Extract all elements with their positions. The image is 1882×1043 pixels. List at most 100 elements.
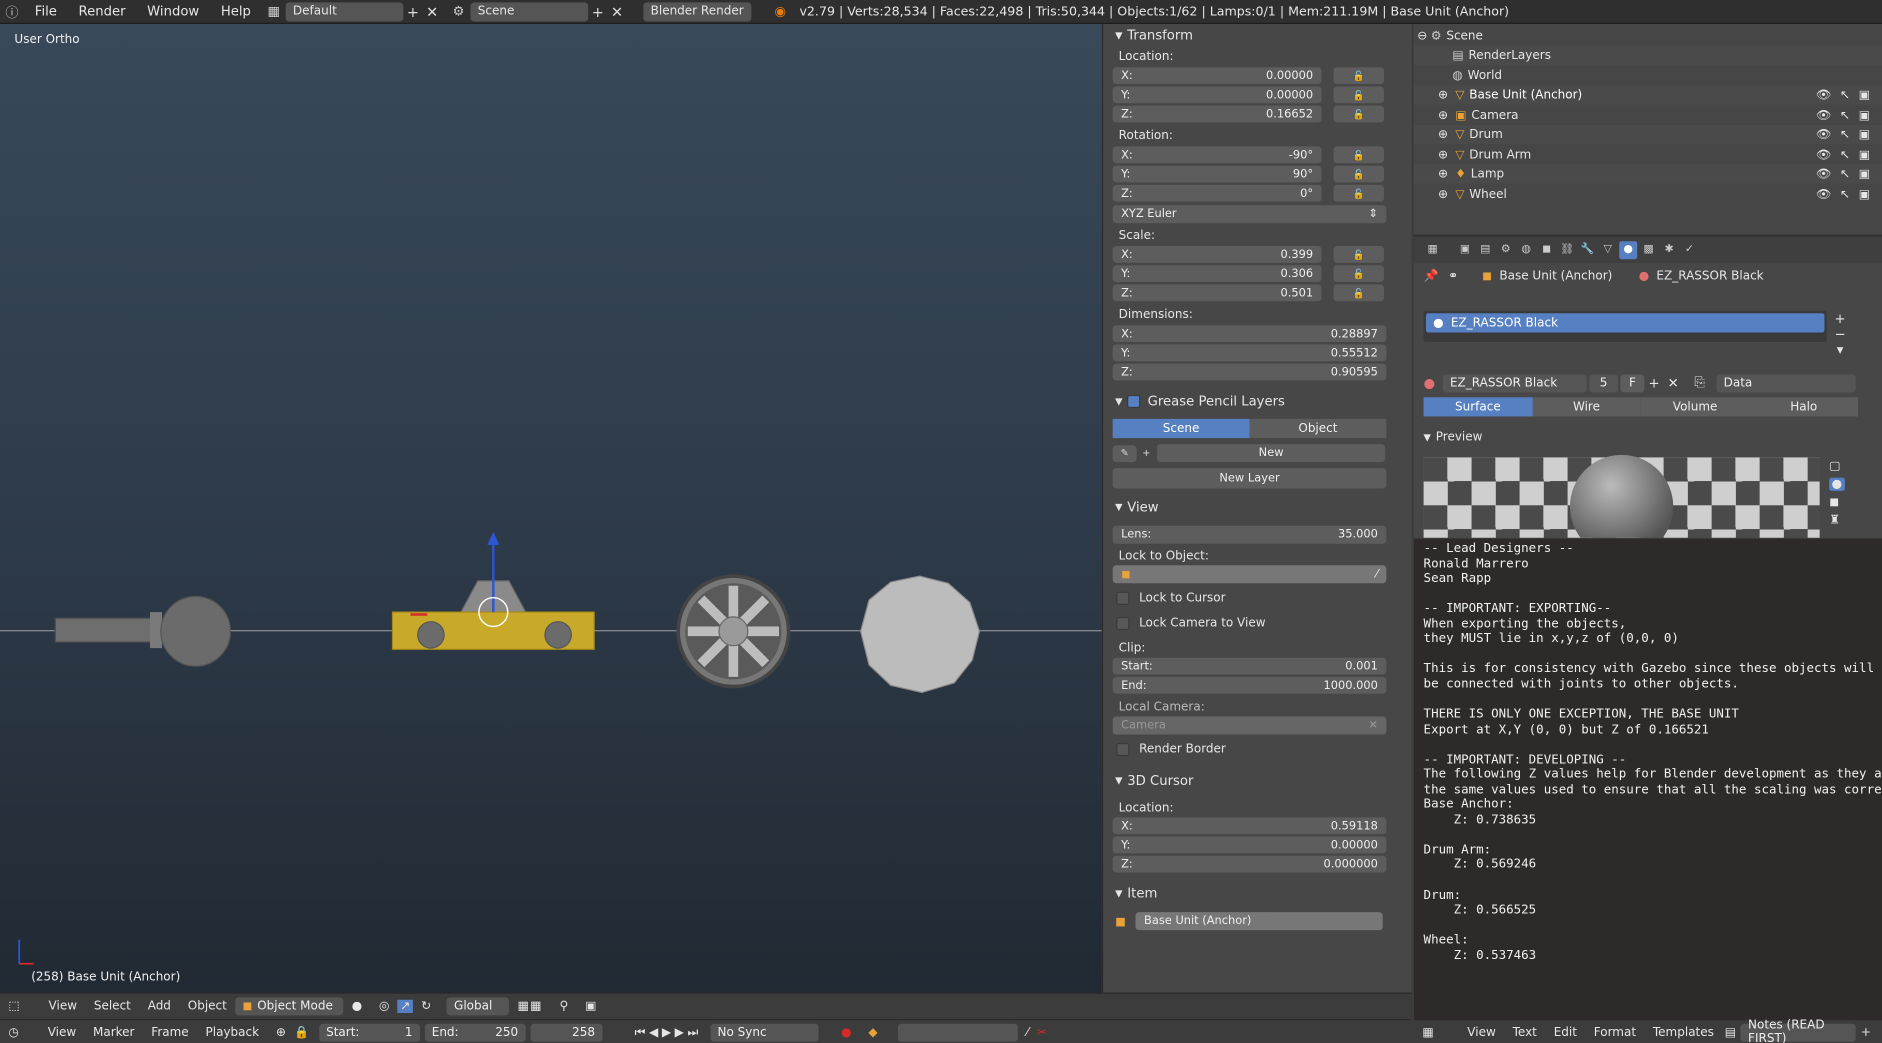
expand-icon[interactable]: ⊖ <box>1414 29 1431 42</box>
text-line[interactable]: they MUST lie in x,y,z of (0,0, 0) <box>1424 632 1882 647</box>
editor-type-icon[interactable]: ▦ <box>1414 1026 1442 1039</box>
new-text-icon[interactable]: + <box>1861 1026 1871 1039</box>
viewport-shading-icon[interactable]: ● <box>343 999 370 1012</box>
tab-volume[interactable]: Volume <box>1640 397 1750 417</box>
checkbox[interactable] <box>1116 591 1130 605</box>
tab-wire[interactable]: Wire <box>1532 397 1641 417</box>
end-frame-field[interactable]: End: 250 <box>424 1023 526 1042</box>
new-grease-pencil-button[interactable]: New <box>1157 444 1386 463</box>
text-line[interactable]: THERE IS ONLY ONE EXCEPTION, THE BASE UN… <box>1424 707 1882 722</box>
text-line[interactable]: Ronald Marrero <box>1424 556 1882 571</box>
dimension-y-field[interactable]: Y: 0.55512 <box>1112 344 1387 362</box>
manipulator-toggle-icon[interactable]: ↗ <box>397 999 413 1013</box>
layers-tab-icon[interactable]: ▤ <box>1476 241 1494 259</box>
expand-icon[interactable]: ⊕ <box>1438 128 1448 141</box>
text-line[interactable]: be connected with joints to other object… <box>1424 677 1882 692</box>
lock-icon[interactable]: 🔓 <box>1333 105 1384 123</box>
text-line[interactable]: -- IMPORTANT: EXPORTING-- <box>1424 602 1882 617</box>
preview-plane-icon[interactable]: ▢ <box>1829 460 1844 473</box>
menu-view[interactable]: View <box>40 999 85 1012</box>
text-line[interactable] <box>1424 692 1882 707</box>
rotation-x-field[interactable]: X: -90° <box>1112 146 1322 164</box>
grease-pencil-checkbox[interactable] <box>1127 394 1141 408</box>
location-y-field[interactable]: Y: 0.00000 <box>1112 86 1322 104</box>
dimension-z-field[interactable]: Z: 0.90595 <box>1112 363 1387 381</box>
material-icon[interactable]: ● <box>1424 375 1443 391</box>
lock-icon[interactable]: 🔓 <box>1333 86 1384 104</box>
transform-panel-header[interactable]: ▼ Transform <box>1103 24 1411 46</box>
outliner-row-world[interactable]: ◍ World <box>1414 66 1882 85</box>
scene-icon[interactable]: ⚙ <box>447 1 471 23</box>
lock-to-object-field[interactable]: ◼ ⁄ <box>1112 565 1387 584</box>
preview-cube-icon[interactable]: ◼ <box>1829 496 1844 509</box>
outliner-row-scene[interactable]: ⊖ ⚙ Scene <box>1414 26 1882 45</box>
outliner-row-lamp[interactable]: ⊕ ♦ Lamp 👁 ↖ ▣ <box>1413 164 1882 184</box>
menu-add[interactable]: Add <box>139 999 179 1012</box>
text-line[interactable] <box>1424 586 1882 601</box>
pin-icon[interactable]: 📌 <box>1424 269 1439 282</box>
text-line[interactable]: Export at X,Y (0, 0) but Z of 0.166521 <box>1424 722 1882 737</box>
text-datablock-field[interactable]: Notes (READ FIRST) <box>1740 1019 1857 1043</box>
menu-object[interactable]: Object <box>179 999 235 1012</box>
tab-halo[interactable]: Halo <box>1749 397 1859 417</box>
text-line[interactable]: Base Anchor: <box>1424 797 1882 812</box>
lock-icon[interactable]: 🔓 <box>1333 67 1384 85</box>
text-line[interactable]: -- IMPORTANT: DEVELOPING -- <box>1424 752 1882 767</box>
text-line[interactable]: Z: 0.566525 <box>1424 903 1882 918</box>
eyedropper-icon[interactable]: ⁄ <box>1376 568 1378 581</box>
preview-range-icon[interactable]: ⊕ <box>267 1026 294 1039</box>
text-line[interactable]: Z: 0.569246 <box>1424 858 1882 873</box>
render-icon[interactable]: ▣ <box>577 999 605 1012</box>
menu-view[interactable]: View <box>39 1026 84 1039</box>
expand-icon[interactable]: ⊕ <box>1438 109 1448 122</box>
slot-menu-button[interactable]: ▾ <box>1837 342 1844 358</box>
text-browse-icon[interactable]: ▤ <box>1725 1026 1736 1039</box>
render-border-option[interactable]: Render Border <box>1103 737 1411 762</box>
preview-monkey-icon[interactable]: ♜ <box>1829 514 1844 527</box>
scene-tab-icon[interactable]: ⚙ <box>1497 241 1515 259</box>
data-tab-icon[interactable]: ▽ <box>1599 241 1617 259</box>
lock-icon[interactable]: 🔓 <box>1333 284 1384 302</box>
text-line[interactable] <box>1424 918 1882 933</box>
text-line[interactable]: When exporting the objects, <box>1424 617 1882 632</box>
material-users-count[interactable]: 5 <box>1589 373 1619 392</box>
text-line[interactable]: This is for consistency with Gazebo sinc… <box>1424 662 1882 677</box>
playback-controls-icon[interactable]: ⏮◀▶▶⏭ <box>626 1026 710 1039</box>
material-slot-item[interactable]: ● EZ_RASSOR Black <box>1425 313 1825 333</box>
transform-orientation-select[interactable]: Global <box>446 996 510 1015</box>
menu-help[interactable]: Help <box>210 0 262 23</box>
add-scene-button[interactable]: + <box>588 2 607 21</box>
insert-keyframe-icon[interactable]: ⁄ <box>1018 1026 1037 1039</box>
text-editor-content[interactable]: -- Lead Designers -- Ronald Marrero Sean R… <box>1424 541 1882 963</box>
fake-user-button[interactable]: F <box>1620 373 1645 392</box>
preview-sphere-icon[interactable]: ● <box>1829 477 1845 491</box>
expand-icon[interactable]: ⊕ <box>1438 188 1448 201</box>
pencil-icon[interactable]: ✎ <box>1112 444 1137 462</box>
add-slot-button[interactable]: + <box>1835 311 1846 327</box>
text-line[interactable] <box>1424 827 1882 842</box>
rotation-mode-select[interactable]: XYZ Euler ⇕ <box>1112 205 1387 224</box>
snap-icon[interactable]: ⚲ <box>551 999 577 1012</box>
clip-start-field[interactable]: Start: 0.001 <box>1112 657 1387 675</box>
outliner-row-renderlayers[interactable]: ▤ RenderLayers <box>1413 45 1882 65</box>
record-icon[interactable]: ● <box>833 1026 860 1039</box>
outliner-row-base-unit[interactable]: ⊕ ▽ Base Unit (Anchor) 👁 ↖ ▣ <box>1413 85 1882 105</box>
checkbox[interactable] <box>1116 742 1130 757</box>
lock-camera-option[interactable]: Lock Camera to View <box>1103 611 1411 636</box>
outliner-row-drum[interactable]: ⊕ ▽ Drum 👁 ↖ ▣ <box>1413 124 1882 145</box>
visibility-icons[interactable]: 👁 ↖ ▣ <box>1816 148 1872 161</box>
particles-tab-icon[interactable]: ✱ <box>1660 241 1678 259</box>
mode-select[interactable]: ◼ Object Mode <box>235 996 344 1015</box>
clear-icon[interactable]: ✕ <box>1368 719 1378 732</box>
tab-scene[interactable]: Scene <box>1112 418 1250 439</box>
object-tab-icon[interactable]: ◼ <box>1538 241 1556 259</box>
outliner-row-camera[interactable]: ⊕ ▣ Camera 👁 ↖ ▣ <box>1414 106 1882 125</box>
constraints-tab-icon[interactable]: ⛓ <box>1558 241 1576 259</box>
dimension-x-field[interactable]: X: 0.28897 <box>1112 325 1387 343</box>
menu-playback[interactable]: Playback <box>197 1026 267 1039</box>
layer-buttons-icon[interactable]: ▦▦ <box>509 999 551 1012</box>
text-line[interactable]: Drum Arm: <box>1424 842 1882 857</box>
menu-select[interactable]: Select <box>85 999 139 1012</box>
rotate-manipulator-icon[interactable]: ↻ <box>413 999 440 1012</box>
preview-panel-header[interactable]: ▼ Preview <box>1424 431 1483 444</box>
